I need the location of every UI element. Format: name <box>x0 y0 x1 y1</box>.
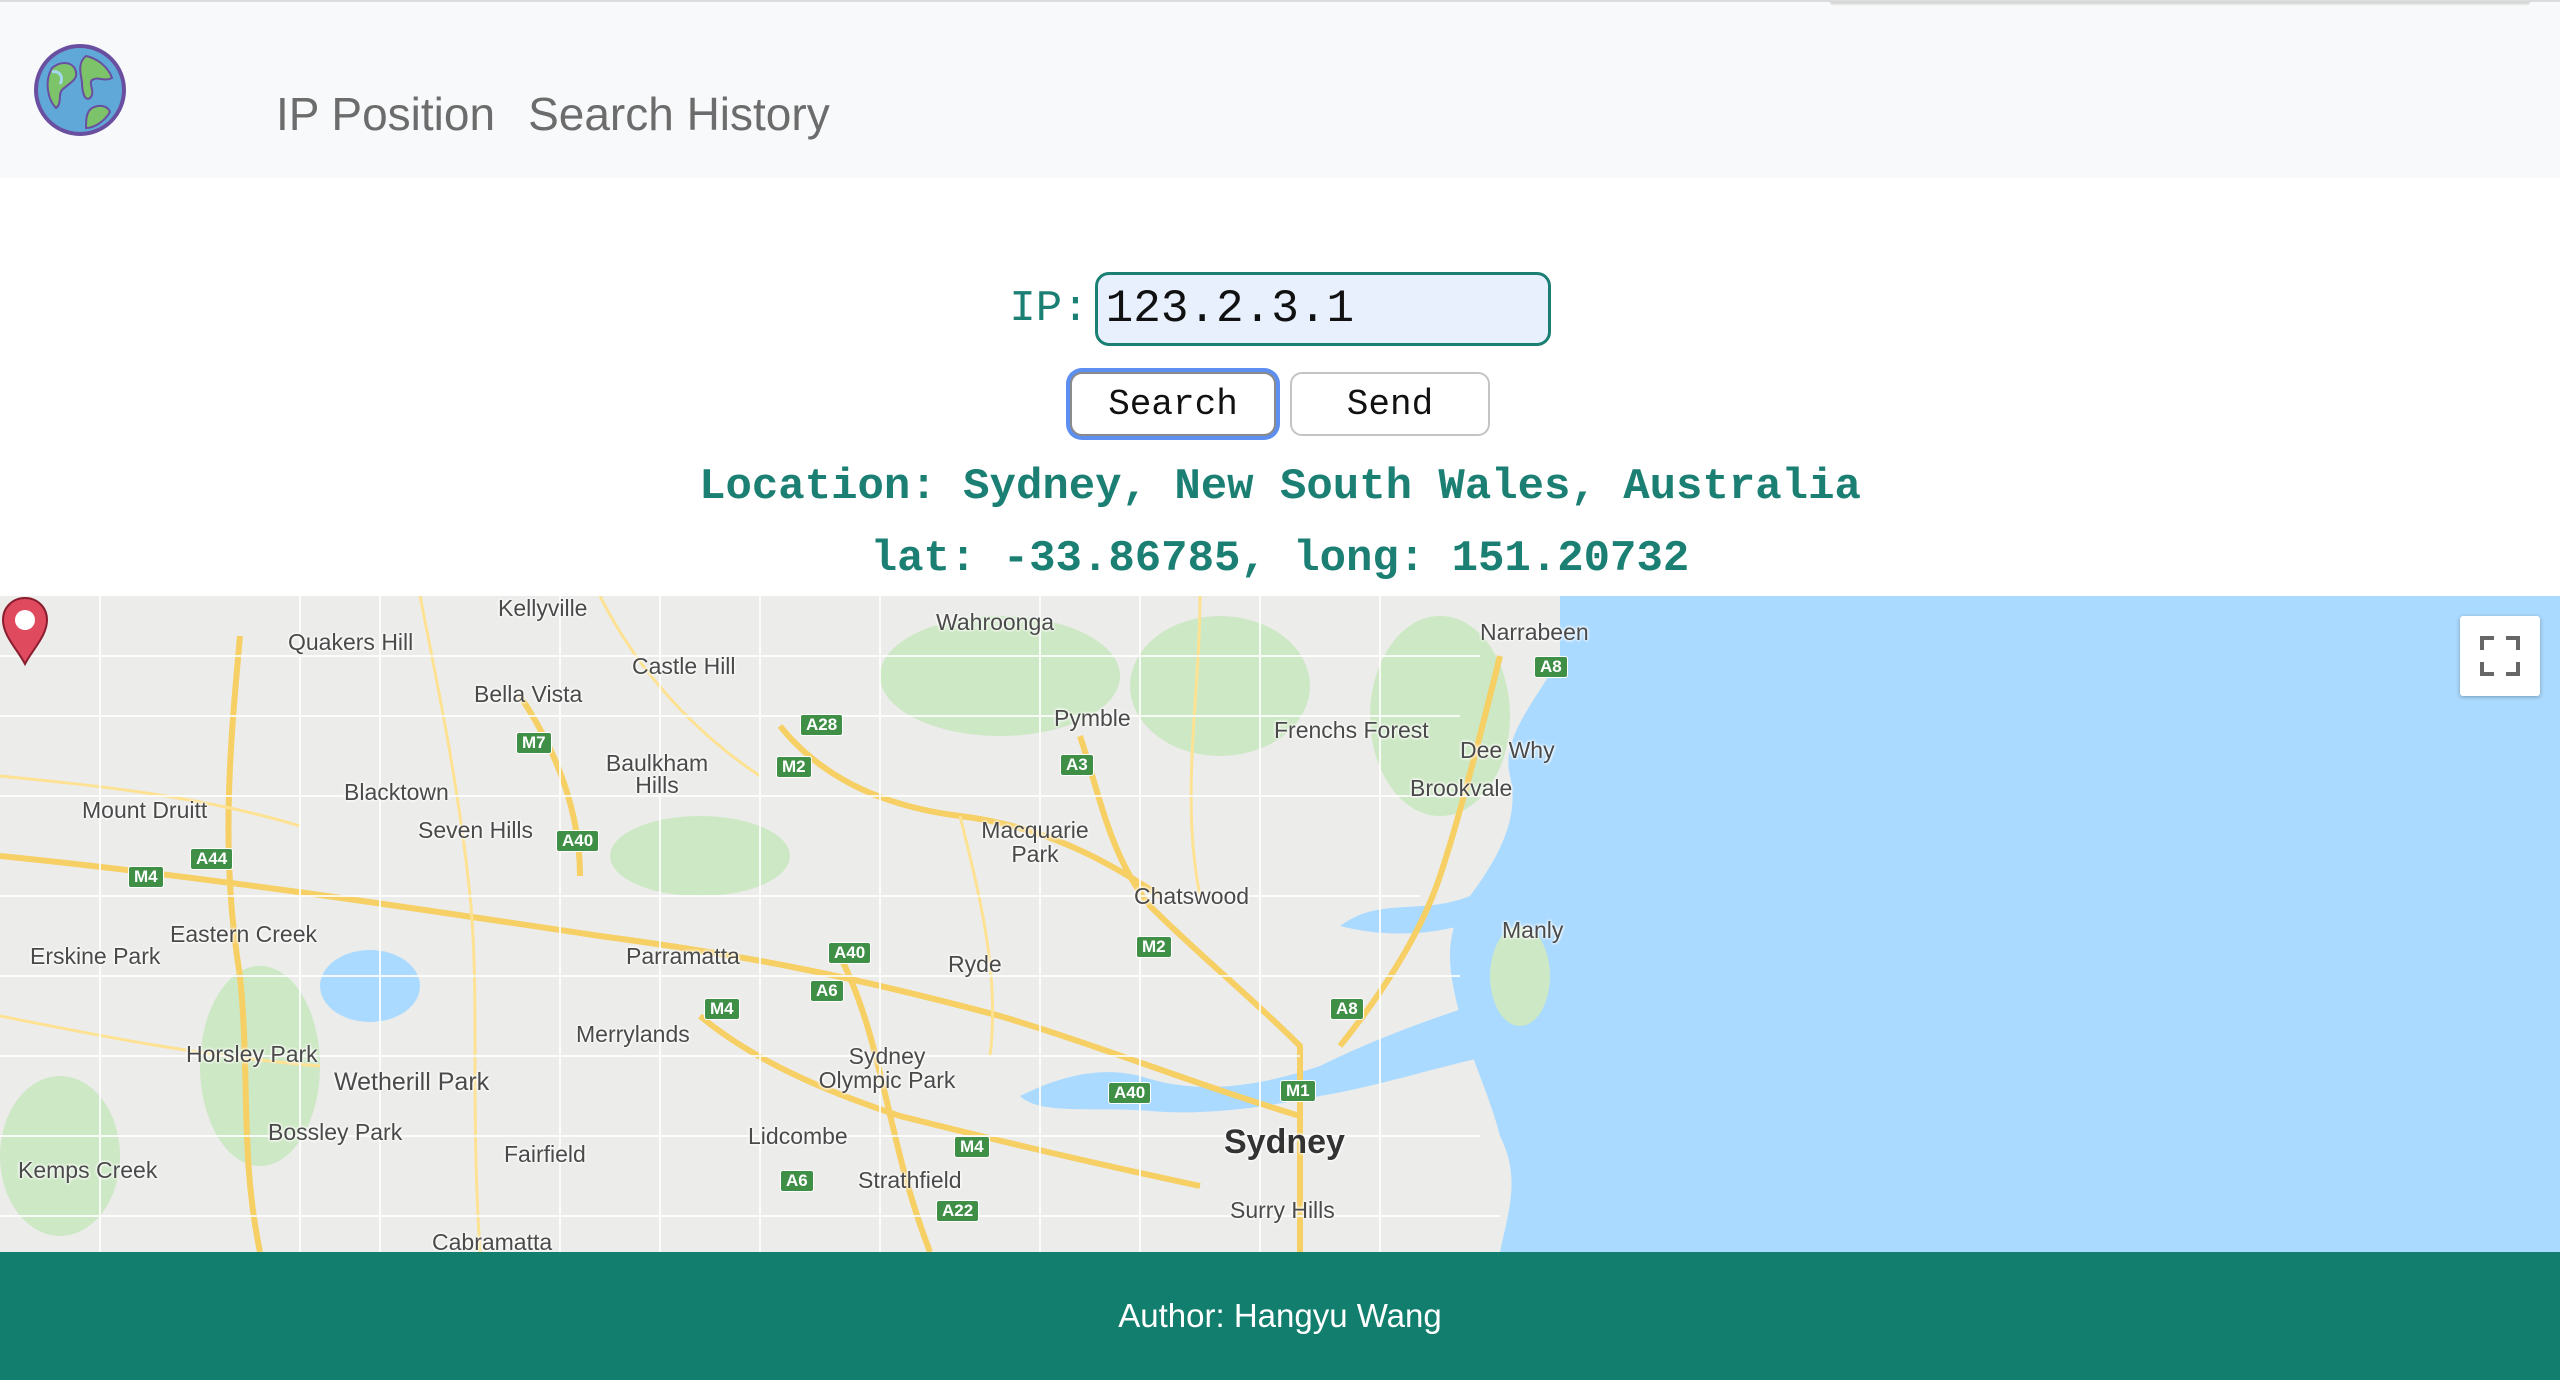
road-shield: A3 <box>1060 754 1094 776</box>
place-label: Chatswood <box>1134 883 1250 909</box>
place-label: Erskine Park <box>30 943 161 969</box>
place-label: Pymble <box>1054 705 1131 731</box>
place-label: Sydney Olympic Park <box>818 1043 956 1093</box>
nav-shadow <box>1830 2 2530 6</box>
place-label: Kellyville <box>498 596 588 621</box>
place-label: Castle Hill <box>632 653 736 679</box>
road-shield: A8 <box>1534 656 1568 678</box>
send-button[interactable]: Send <box>1290 372 1490 436</box>
ip-form-row: IP: <box>0 272 2560 346</box>
button-row: Search Send <box>0 372 2560 436</box>
road-shield: A8 <box>1330 998 1364 1020</box>
road-shield: A40 <box>1108 1082 1152 1104</box>
road-shield: A44 <box>190 848 234 870</box>
place-label: Lidcombe <box>748 1123 848 1149</box>
road-shield: M4 <box>128 866 164 888</box>
road-shield: M4 <box>954 1136 990 1158</box>
place-label: Manly <box>1502 917 1564 943</box>
road-shield: M2 <box>1136 936 1172 958</box>
place-label: Seven Hills <box>418 817 534 843</box>
place-label: Dee Why <box>1460 737 1555 763</box>
road-shield: A6 <box>780 1170 814 1192</box>
place-label: Eastern Creek <box>170 921 318 947</box>
road-shield: M7 <box>516 732 552 754</box>
place-label: Macquarie Park <box>981 817 1089 867</box>
road-shield: A28 <box>800 714 844 736</box>
globe-icon[interactable] <box>32 42 128 138</box>
place-label: Blacktown <box>344 779 449 805</box>
map[interactable]: Kellyville Quakers Hill Castle Hill Wahr… <box>0 596 2560 1252</box>
place-label: Baulkham Hills <box>605 750 709 798</box>
place-label: Cabramatta <box>432 1229 553 1252</box>
place-label: Horsley Park <box>186 1041 318 1067</box>
place-label: Quakers Hill <box>288 629 414 655</box>
place-label: Parramatta <box>626 943 740 969</box>
road-shield: A22 <box>936 1200 980 1222</box>
road-shield: A40 <box>828 942 872 964</box>
place-label: Surry Hills <box>1230 1197 1335 1223</box>
road-shield: A40 <box>556 830 600 852</box>
nav-link-search-history[interactable]: Search History <box>528 86 830 142</box>
place-label-sydney: Sydney <box>1224 1123 1345 1161</box>
nav-link-ip-position[interactable]: IP Position <box>276 86 495 142</box>
place-label: Wetherill Park <box>334 1068 490 1096</box>
road-shield: M4 <box>704 998 740 1020</box>
footer: Author: Hangyu Wang <box>0 1252 2560 1380</box>
search-button[interactable]: Search <box>1070 372 1276 436</box>
navbar: IP Position Search History <box>0 0 2560 178</box>
ip-label: IP: <box>1009 284 1089 334</box>
place-label: Merrylands <box>576 1021 690 1047</box>
road-shield: M1 <box>1280 1080 1316 1102</box>
location-text: Location: Sydney, New South Wales, Austr… <box>699 462 1861 512</box>
ip-input[interactable] <box>1094 272 1551 346</box>
place-label: Ryde <box>948 951 1002 977</box>
footer-author: Author: Hangyu Wang <box>1118 1297 1442 1334</box>
place-label: Brookvale <box>1410 775 1513 801</box>
nav-links: IP Position Search History <box>276 86 830 142</box>
place-label: Strathfield <box>858 1167 962 1193</box>
place-label: Narrabeen <box>1480 619 1589 645</box>
fullscreen-icon <box>2480 636 2520 676</box>
road-shield: A6 <box>810 980 844 1002</box>
place-label: Bossley Park <box>268 1119 403 1145</box>
road-shield: M2 <box>776 756 812 778</box>
fullscreen-button[interactable] <box>2460 616 2540 696</box>
map-pin-icon[interactable] <box>0 596 50 666</box>
place-label: Wahroonga <box>936 609 1055 635</box>
place-label: Frenchs Forest <box>1274 717 1429 743</box>
place-label: Kemps Creek <box>18 1157 158 1183</box>
coordinates-text: lat: -33.86785, long: 151.20732 <box>870 534 1690 584</box>
place-label: Mount Druitt <box>82 797 208 823</box>
place-label: Fairfield <box>504 1141 586 1167</box>
place-label: Bella Vista <box>474 681 583 707</box>
